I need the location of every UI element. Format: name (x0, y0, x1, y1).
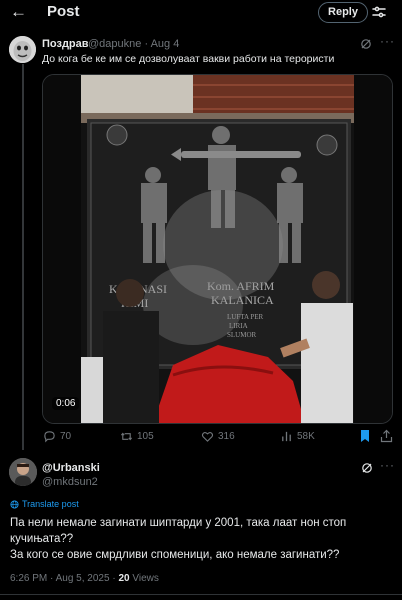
video-player[interactable]: Kom. NASI HIMI Kom. AFRIM KALANICA LUFTA… (42, 74, 393, 424)
views-count: 58K (297, 431, 315, 442)
views-label: Views (132, 573, 159, 584)
reply-count: 70 (60, 431, 72, 442)
reply-icon (44, 431, 55, 443)
translate-post-link[interactable]: Translate post (10, 499, 79, 509)
reply-button[interactable]: Reply (318, 2, 368, 23)
bookmark-icon[interactable] (359, 429, 371, 443)
post-text-line: Па нели немале загинати шиптарди у 2001,… (10, 517, 347, 545)
avatar[interactable] (9, 458, 37, 486)
avatar[interactable] (9, 36, 36, 63)
more-icon[interactable]: ··· (380, 34, 395, 48)
grok-icon[interactable] (361, 462, 373, 474)
grok-icon[interactable] (360, 38, 372, 50)
page-title: Post (47, 3, 80, 20)
post-time[interactable]: 6:26 PM (10, 573, 47, 584)
translate-icon (10, 499, 19, 509)
video-duration: 0:06 (52, 397, 80, 410)
post-meta: 6:26 PM · Aug 5, 2025 · 20 Views (10, 573, 159, 584)
like-icon (201, 432, 214, 442)
post-date[interactable]: Aug 4 (151, 38, 180, 50)
post-text-line: За кого се овие смрдливи споменици, ако … (10, 549, 340, 561)
views-action[interactable]: 58K (280, 430, 315, 443)
repost-count: 105 (137, 431, 154, 442)
views-icon (282, 431, 291, 442)
post-text: Па нели немале загинати шиптарди у 2001,… (10, 516, 395, 565)
translate-label[interactable]: Translate post (22, 499, 79, 509)
separator-dot: · (144, 38, 149, 50)
reply-action[interactable]: 70 (43, 430, 71, 443)
svg-text:SLUMOR: SLUMOR (227, 331, 257, 339)
like-count: 316 (218, 431, 235, 442)
thread-connector-line (22, 64, 24, 450)
repost-action[interactable]: 105 (120, 430, 154, 443)
author-name[interactable]: Поздрав (42, 38, 89, 50)
author-handle[interactable]: @dapukne (88, 38, 141, 50)
share-icon[interactable] (380, 429, 393, 443)
separator-dot: · (112, 573, 116, 584)
more-icon[interactable]: ··· (380, 458, 395, 472)
back-arrow-icon[interactable]: ← (10, 2, 27, 22)
author-handle[interactable]: @mkdsun2 (42, 476, 98, 488)
video-frame: Kom. NASI HIMI Kom. AFRIM KALANICA LUFTA… (43, 75, 392, 423)
separator-dot: · (50, 573, 54, 584)
post-date[interactable]: Aug 5, 2025 (56, 573, 110, 584)
author-name[interactable]: @Urbanski (42, 462, 100, 474)
settings-icon[interactable] (371, 4, 387, 20)
divider (0, 594, 402, 595)
views-count: 20 (118, 573, 130, 584)
post-text: До кога бе ке им се дозволуваат вакви ра… (42, 53, 335, 65)
author-meta: @dapukne · Aug 4 (88, 38, 179, 50)
repost-icon (120, 432, 133, 441)
like-action[interactable]: 316 (201, 430, 235, 443)
